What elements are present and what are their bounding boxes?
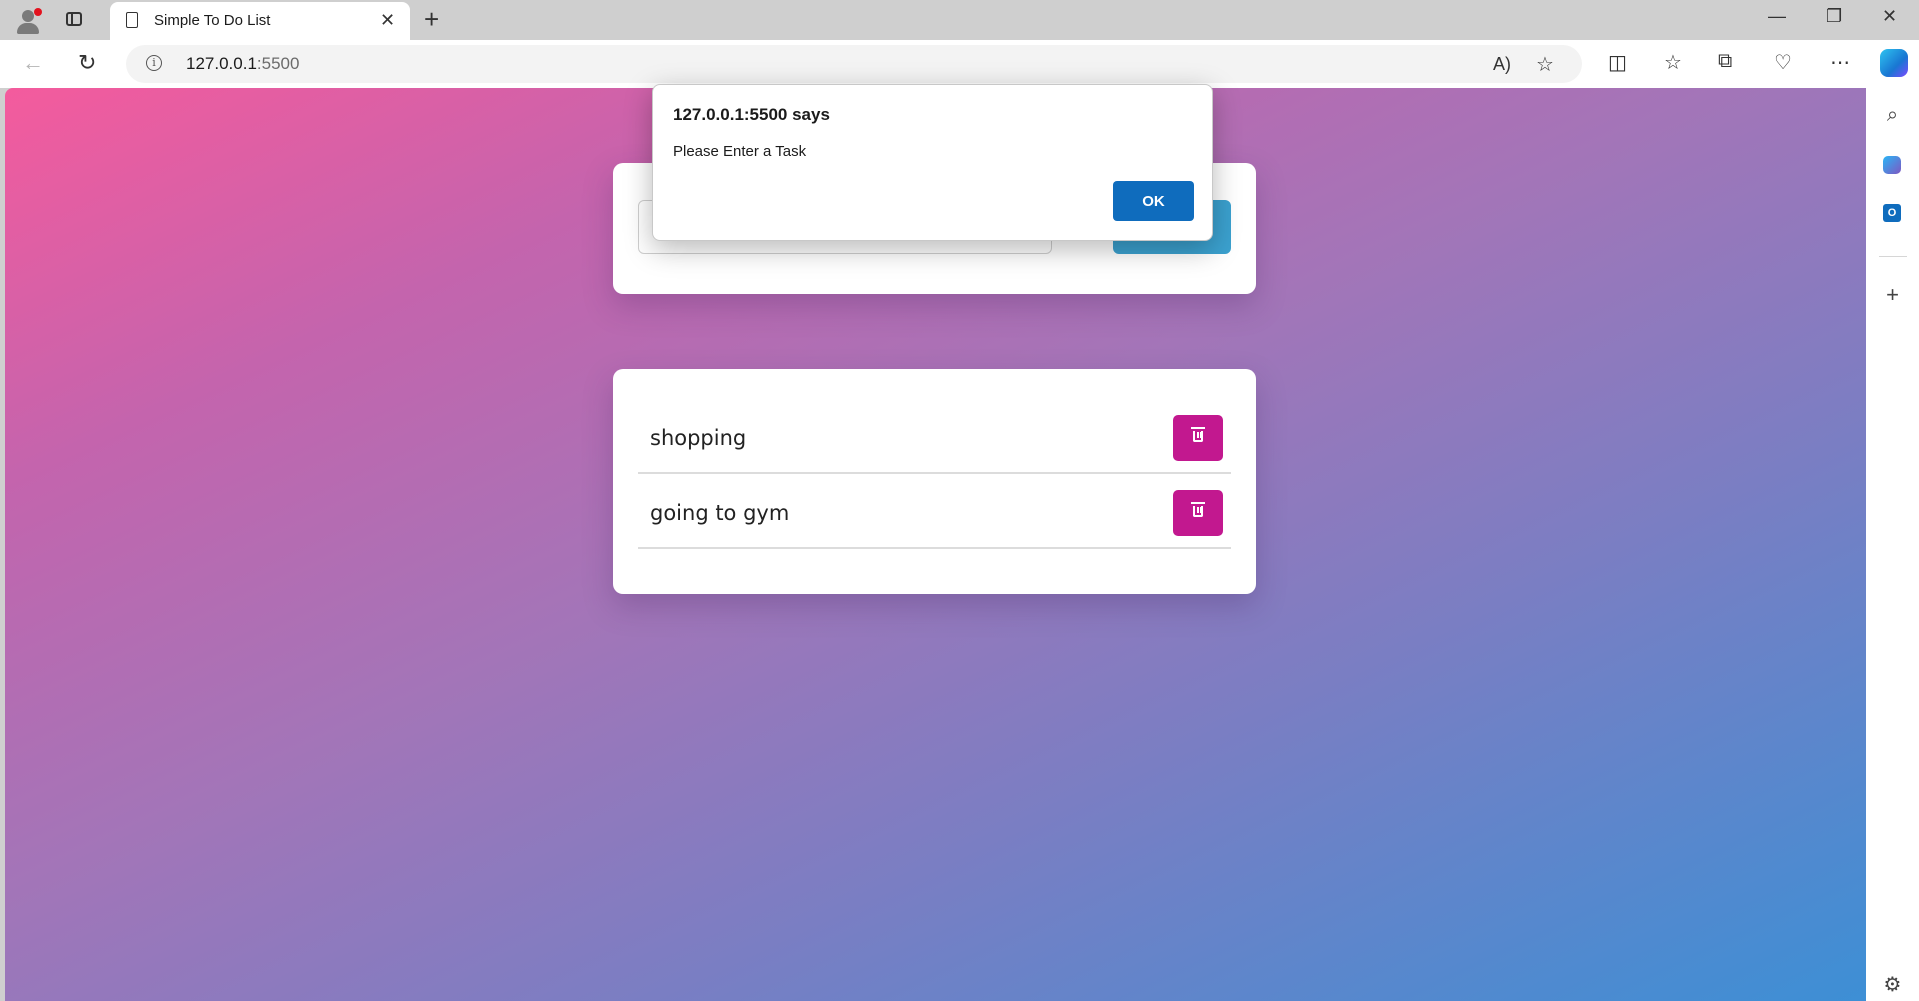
restore-button[interactable]: ❐ <box>1826 6 1842 27</box>
alert-dialog: 127.0.0.1:5500 says Please Enter a Task … <box>652 84 1213 241</box>
trash-icon <box>1191 502 1205 517</box>
minimize-button[interactable]: — <box>1768 6 1786 27</box>
alert-title: 127.0.0.1:5500 says <box>673 105 830 124</box>
tab-bar: Simple To Do List ✕ + — ❐ ✕ <box>0 0 1919 40</box>
task-label: going to gym <box>650 501 790 525</box>
list-item: going to gym <box>638 490 1231 549</box>
browser-toolbar: ← ↻ i 127.0.0.1:5500 A) ☆ ◫ ☆ ⧉ ♡ ⋯ <box>0 40 1919 88</box>
heart-pulse-icon[interactable]: ♡ <box>1774 50 1792 75</box>
split-screen-icon[interactable]: ◫ <box>1608 50 1627 75</box>
browser-tab[interactable]: Simple To Do List ✕ <box>110 2 410 40</box>
alert-message: Please Enter a Task <box>673 143 807 160</box>
browser-sidebar: ⌕ O + ⚙ <box>1866 88 1919 1001</box>
tab-actions-icon[interactable] <box>66 12 82 26</box>
delete-task-button[interactable] <box>1173 490 1223 536</box>
url-host: 127.0.0.1 <box>186 54 257 73</box>
list-item: shopping <box>638 415 1231 474</box>
copilot-icon[interactable] <box>1883 156 1901 174</box>
more-icon[interactable]: ⋯ <box>1830 50 1850 75</box>
page-icon <box>126 12 138 28</box>
sidebar-divider <box>1879 256 1907 257</box>
task-list-card: shopping going to gym <box>613 369 1256 594</box>
close-window-button[interactable]: ✕ <box>1882 6 1897 27</box>
info-icon[interactable]: i <box>146 55 162 71</box>
address-bar[interactable]: i 127.0.0.1:5500 A) ☆ <box>126 45 1582 83</box>
copilot-icon[interactable] <box>1880 49 1908 77</box>
star-icon[interactable]: ☆ <box>1536 52 1554 77</box>
url-text[interactable]: 127.0.0.1:5500 <box>186 54 299 74</box>
read-aloud-icon[interactable]: A) <box>1493 54 1511 75</box>
tab-title: Simple To Do List <box>154 12 271 29</box>
ok-button[interactable]: OK <box>1113 181 1194 221</box>
back-arrow-icon[interactable]: ← <box>22 50 44 76</box>
search-icon[interactable]: ⌕ <box>1866 104 1919 127</box>
new-tab-button[interactable]: + <box>424 4 439 35</box>
profile-icon[interactable] <box>14 7 42 35</box>
delete-task-button[interactable] <box>1173 415 1223 461</box>
gear-icon[interactable]: ⚙ <box>1866 972 1919 997</box>
refresh-icon[interactable]: ↻ <box>78 50 96 76</box>
task-label: shopping <box>650 426 747 450</box>
url-port: :5500 <box>256 54 300 73</box>
collections-icon[interactable]: ⧉ <box>1718 50 1732 73</box>
tab-close-icon[interactable]: ✕ <box>380 10 395 31</box>
trash-icon <box>1191 427 1205 442</box>
plus-icon[interactable]: + <box>1866 282 1919 308</box>
favorites-icon[interactable]: ☆ <box>1664 50 1682 75</box>
outlook-icon[interactable]: O <box>1883 204 1901 222</box>
